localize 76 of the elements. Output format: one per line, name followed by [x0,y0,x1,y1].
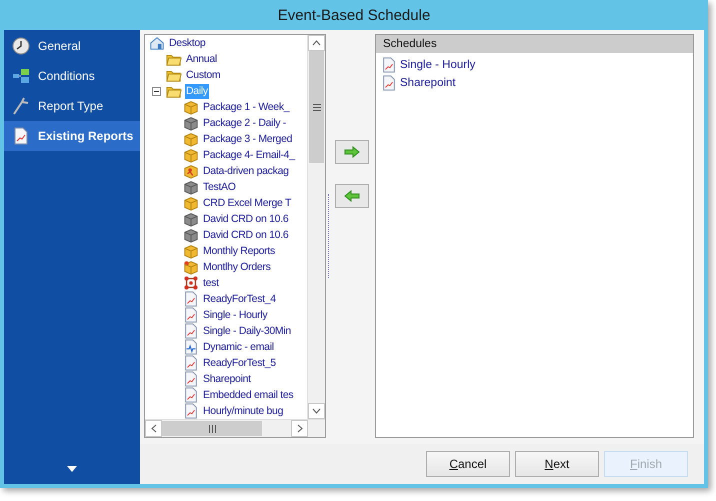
tree-item[interactable]: Single - Hourly [202,308,268,322]
tree-item[interactable]: ReadyForTest_4 [202,292,277,306]
package-icon [183,147,199,163]
schedule-item[interactable]: Sharepoint [400,77,456,89]
report-icon [183,371,199,387]
tree-item[interactable]: Annual [185,52,218,66]
sidebar-item[interactable]: Existing Reports [4,121,140,151]
collapse-icon[interactable] [152,86,161,96]
tree-item[interactable]: ReadyForTest_5 [202,356,277,370]
tree-item[interactable]: Sharepoint [202,372,252,386]
tree-item[interactable]: Desktop [168,36,206,50]
grip-icon [208,424,216,432]
tree-item[interactable]: Single - Daily-30Min [202,324,292,338]
wizard-button[interactable]: Cancel [426,451,510,477]
package-icon [183,131,199,147]
tree-item[interactable]: Data-driven packag [202,164,290,178]
column-header: Schedules [383,38,437,50]
scroll-thumb[interactable] [309,51,324,163]
tree-item[interactable]: test [202,276,220,290]
tree-item[interactable]: Package 2 - Daily - [202,116,288,130]
package-icon [183,179,199,195]
package-icon [183,163,199,179]
scroll-right-icon[interactable] [296,424,302,433]
scroll-down-icon[interactable] [312,408,321,414]
report-icon [183,339,199,355]
tree-item[interactable]: David CRD on 10.6 [202,212,290,226]
tree-item[interactable]: Package 3 - Merged [202,132,294,146]
scroll-up-icon[interactable] [312,40,321,46]
expand-down-icon[interactable] [67,466,77,472]
tree-item[interactable]: CRD Excel Merge T [202,196,292,210]
report-icon [381,57,397,73]
package-icon [183,259,199,275]
sidebar-item[interactable]: General [4,31,140,61]
tree-item[interactable]: Monthly Reports [202,244,276,258]
report-icon [381,75,397,91]
scroll-left-icon[interactable] [150,424,156,433]
tree-item[interactable]: Custom [185,68,222,82]
tree-item[interactable]: Embedded email tes [202,388,294,402]
compass-icon [12,97,30,115]
sidebar-item[interactable]: Conditions [4,61,140,91]
package-icon [183,115,199,131]
tree-item[interactable]: David CRD on 10.6 [202,228,290,242]
tree-item[interactable]: Dynamic - email [202,340,275,354]
tree-item[interactable]: Package 1 - Week_ [202,100,290,114]
report-icon [12,127,30,145]
wizard-button[interactable]: Next [515,451,599,477]
schedule-item[interactable]: Single - Hourly [400,59,476,71]
report-icon [183,403,199,419]
cluster-icon [183,275,199,291]
report-icon [183,323,199,339]
home-icon [149,35,165,51]
tree-item[interactable]: Package 4- Email-4_ [202,148,296,162]
report-icon [183,355,199,371]
left-arrow-icon [344,190,360,202]
sidebar-item[interactable]: Report Type [4,91,140,121]
horizontal-scrollbar[interactable] [145,419,325,437]
window-title: Event-Based Schedule [278,6,430,24]
package-icon [183,99,199,115]
report-icon [183,307,199,323]
scroll-thumb[interactable] [162,421,262,436]
clock-icon [12,37,30,55]
grip-icon [312,104,320,110]
add-button[interactable] [335,140,369,164]
package-icon [183,227,199,243]
remove-button[interactable] [335,184,369,208]
tree-item[interactable]: TestAO [202,180,237,194]
package-icon [183,211,199,227]
tree-item[interactable]: Hourly/minute bug [202,404,284,418]
blocks-icon [12,67,30,85]
vertical-scrollbar[interactable] [307,35,325,419]
report-icon [183,387,199,403]
tree-item[interactable]: Montlhy Orders [202,260,272,274]
right-arrow-icon [344,146,360,158]
package-icon [183,195,199,211]
report-icon [183,291,199,307]
package-icon [183,243,199,259]
